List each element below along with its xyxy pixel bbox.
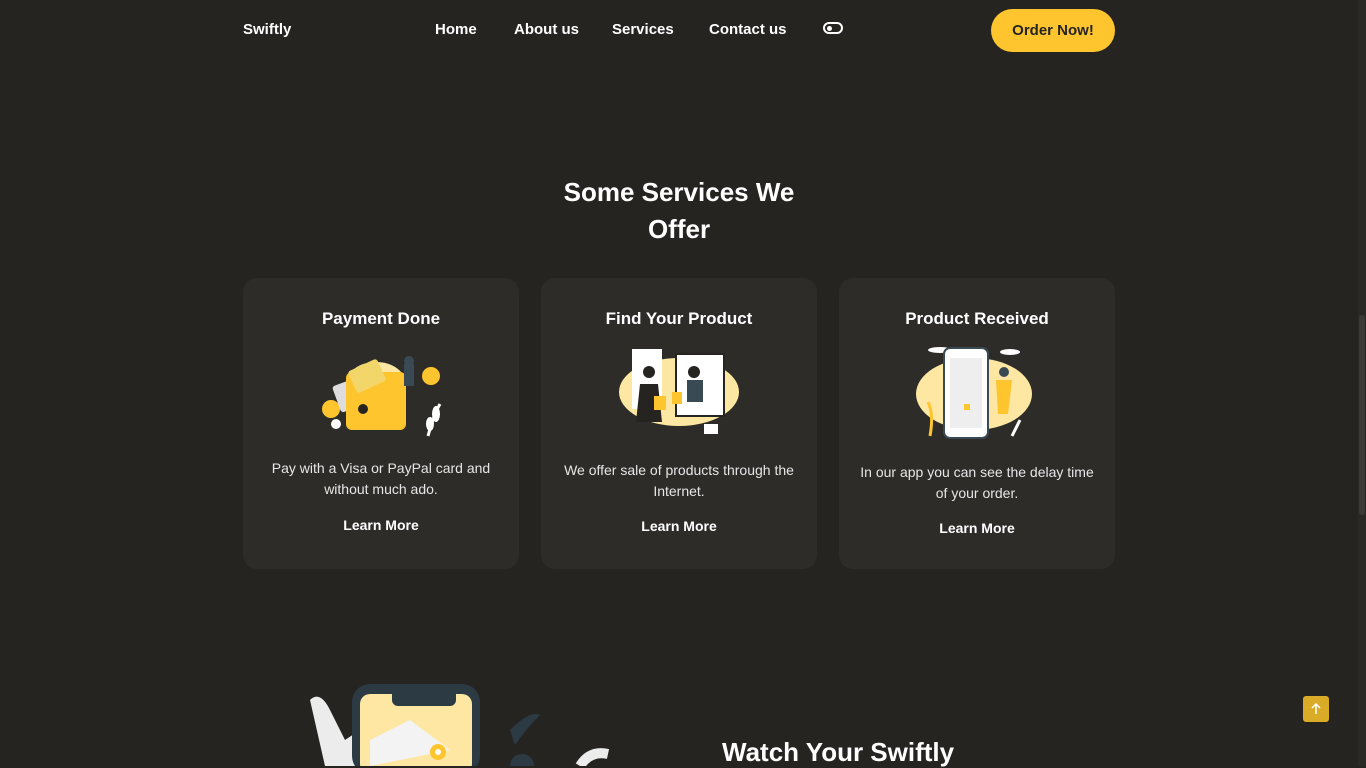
- service-card-payment: Payment Done Pay with a Visa or PayPal c…: [243, 278, 519, 569]
- shopping-illustration-icon: [619, 349, 739, 434]
- learn-more-link[interactable]: Learn More: [243, 517, 519, 533]
- card-description: Pay with a Visa or PayPal card and witho…: [271, 460, 491, 497]
- phone-delivery-illustration-icon: [916, 347, 1032, 439]
- nav-about-us[interactable]: About us: [514, 21, 579, 38]
- scrollbar-thumb[interactable]: [1359, 315, 1365, 515]
- nav-contact-us[interactable]: Contact us: [709, 21, 787, 38]
- learn-more-link[interactable]: Learn More: [839, 520, 1115, 536]
- phone-map-illustration-icon: [310, 684, 610, 766]
- service-card-product-received: Product Received In our app you can see …: [839, 278, 1115, 569]
- wallet-illustration-icon: [322, 356, 442, 437]
- service-card-find-product: Find Your Product We offer sale of produ…: [541, 278, 817, 569]
- card-description: In our app you can see the delay time of…: [860, 464, 1094, 501]
- card-title: Product Received: [905, 309, 1049, 328]
- card-title: Find Your Product: [605, 309, 753, 328]
- top-navbar: Swiftly Home About us Services Contact u…: [0, 0, 1358, 60]
- logo[interactable]: Swiftly: [243, 21, 291, 38]
- nav-home[interactable]: Home: [435, 21, 477, 38]
- toggle-knob: [827, 26, 832, 31]
- order-now-button[interactable]: Order Now!: [991, 9, 1115, 52]
- theme-toggle-icon[interactable]: [823, 22, 843, 34]
- section-heading: Watch Your Swiftly: [722, 737, 955, 767]
- learn-more-link[interactable]: Learn More: [541, 518, 817, 534]
- services-section-title: Some Services We Offer: [563, 177, 795, 244]
- back-to-top-button[interactable]: [1303, 696, 1329, 722]
- nav-services[interactable]: Services: [612, 21, 674, 38]
- card-title: Payment Done: [321, 309, 441, 328]
- arrow-up-icon: [1311, 703, 1321, 714]
- card-description: We offer sale of products through the In…: [564, 462, 794, 499]
